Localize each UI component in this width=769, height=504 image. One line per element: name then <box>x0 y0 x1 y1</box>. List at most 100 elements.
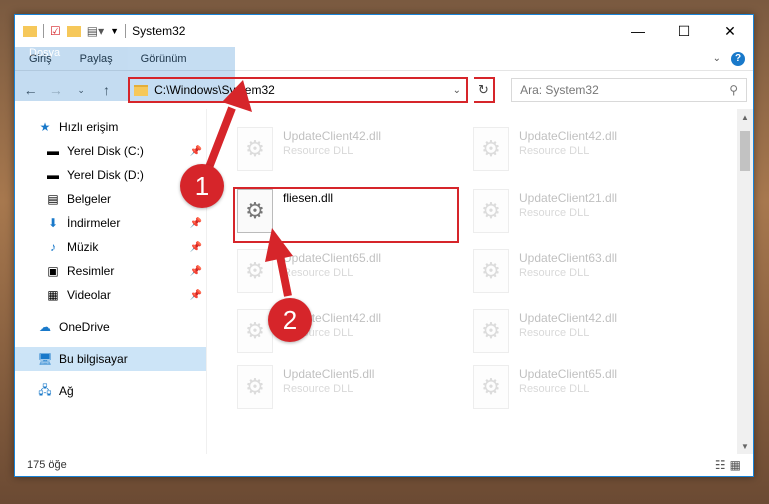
sidebar-item-drive-d[interactable]: ▬ Yerel Disk (D:) <box>15 163 206 187</box>
sidebar-item-label: Yerel Disk (C:) <box>67 144 144 158</box>
dll-file-icon <box>237 365 273 409</box>
file-name: UpdateClient21.dll <box>519 191 618 205</box>
sidebar-item-downloads[interactable]: ⬇ İndirmeler 📌 <box>15 211 206 235</box>
divider <box>125 24 127 38</box>
sidebar-item-pictures[interactable]: ▣ Resimler 📌 <box>15 259 206 283</box>
qat-dropdown-icon[interactable]: ▼ <box>110 26 119 36</box>
file-item[interactable]: UpdateClient42.dll Resource DLL <box>473 127 693 181</box>
file-type: Resource DLL <box>519 267 590 279</box>
window-title: System32 <box>132 24 186 38</box>
pin-icon: 📌 <box>189 145 202 157</box>
scroll-down-icon[interactable]: ▼ <box>737 438 753 454</box>
navigation-pane: ★ Hızlı erişim ▬ Yerel Disk (C:) 📌 ▬ Yer… <box>15 109 207 454</box>
sidebar-item-this-pc[interactable]: 🖥 Bu bilgisayar <box>15 347 206 371</box>
sidebar-item-label: Bu bilgisayar <box>59 352 128 366</box>
file-name: UpdateClient42.dll <box>283 129 382 143</box>
help-icon[interactable]: ? <box>731 51 745 66</box>
sidebar-item-label: Müzik <box>67 240 99 254</box>
minimize-button[interactable]: — <box>615 15 661 47</box>
step-badge-2: 2 <box>268 298 312 342</box>
dll-file-icon <box>237 127 273 171</box>
maximize-button[interactable]: ☐ <box>661 15 707 47</box>
sidebar-item-label: İndirmeler <box>67 216 121 230</box>
sidebar-item-quick-access[interactable]: ★ Hızlı erişim <box>15 115 206 139</box>
sidebar-item-label: OneDrive <box>59 320 110 334</box>
customize-icon[interactable]: ▤▾ <box>87 24 104 38</box>
sidebar-item-label: Ağ <box>59 384 74 398</box>
search-box[interactable]: Ara: System32 ⚲ <box>511 78 747 102</box>
file-item[interactable]: UpdateClient63.dll Resource DLL <box>473 249 693 303</box>
scroll-up-icon[interactable]: ▲ <box>737 109 753 125</box>
sidebar-item-onedrive[interactable]: ☁ OneDrive <box>15 315 206 339</box>
dll-file-icon <box>473 189 509 233</box>
sidebar-item-network[interactable]: 🖧 Ağ <box>15 379 206 403</box>
drive-icon: ▬ <box>47 144 59 158</box>
file-item[interactable]: UpdateClient65.dll Resource DLL <box>237 249 457 303</box>
pin-icon: 📌 <box>189 217 202 229</box>
dll-file-icon <box>473 365 509 409</box>
chevron-down-icon[interactable]: ⌄ <box>448 85 466 96</box>
pin-icon: 📌 <box>189 265 202 277</box>
sidebar-item-drive-c[interactable]: ▬ Yerel Disk (C:) 📌 <box>15 139 206 163</box>
file-type: Resource DLL <box>519 327 590 339</box>
file-highlight-box <box>233 187 459 243</box>
new-folder-icon[interactable] <box>66 25 81 37</box>
dll-file-icon <box>237 249 273 293</box>
status-bar: 175 öğe ☷ ▦ <box>15 454 753 476</box>
vertical-scrollbar[interactable]: ▲ ▼ <box>737 109 753 454</box>
file-item[interactable]: UpdateClient21.dll Resource DLL <box>473 189 693 243</box>
refresh-button[interactable]: ↻ <box>473 77 496 103</box>
expand-ribbon-icon[interactable]: ⌄ <box>713 53 721 64</box>
sidebar-item-label: Yerel Disk (D:) <box>67 168 144 182</box>
address-bar[interactable]: C:\Windows\System32 ⌄ <box>128 77 468 103</box>
videos-icon: ▦ <box>47 288 59 302</box>
folder-icon <box>23 25 37 37</box>
computer-icon: 🖥 <box>37 352 53 366</box>
sidebar-item-label: Hızlı erişim <box>59 120 119 134</box>
title-bar: ☑ ▤▾ ▼ System32 — ☐ ✕ <box>15 15 753 47</box>
file-type: Resource DLL <box>283 145 354 157</box>
properties-icon[interactable]: ☑ <box>50 24 61 38</box>
pictures-icon: ▣ <box>47 264 59 278</box>
file-name: UpdateClient65.dll <box>519 367 618 381</box>
cloud-icon: ☁ <box>39 320 51 334</box>
file-list: UpdateClient42.dll Resource DLL UpdateCli… <box>207 109 753 454</box>
dll-file-icon <box>473 249 509 293</box>
sidebar-item-music[interactable]: ♪ Müzik 📌 <box>15 235 206 259</box>
search-placeholder[interactable]: Ara: System32 <box>520 83 729 97</box>
music-icon: ♪ <box>50 240 56 254</box>
file-item[interactable]: UpdateClient5.dll Resource DLL <box>237 365 457 419</box>
file-name: UpdateClient42.dll <box>519 311 618 325</box>
file-type: Resource DLL <box>283 267 354 279</box>
star-icon: ★ <box>39 120 51 134</box>
documents-icon: ▤ <box>47 192 59 206</box>
sidebar-item-videos[interactable]: ▦ Videolar 📌 <box>15 283 206 307</box>
drive-icon: ▬ <box>47 168 59 182</box>
search-icon[interactable]: ⚲ <box>729 83 738 97</box>
file-type: Resource DLL <box>519 145 590 157</box>
file-item[interactable]: UpdateClient42.dll Resource DLL <box>237 127 457 181</box>
details-view-icon[interactable]: ☷ <box>715 458 726 472</box>
network-icon: 🖧 <box>38 382 52 397</box>
pin-icon: 📌 <box>189 241 202 253</box>
close-button[interactable]: ✕ <box>707 15 753 47</box>
file-name: UpdateClient65.dll <box>283 251 382 265</box>
file-item[interactable]: UpdateClient65.dll Resource DLL <box>473 365 693 419</box>
step-badge-1: 1 <box>180 164 224 208</box>
file-item[interactable]: UpdateClient42.dll Resource DLL <box>473 309 693 363</box>
large-icons-view-icon[interactable]: ▦ <box>730 458 741 472</box>
divider <box>43 24 44 38</box>
item-count: 175 öğe <box>27 459 67 471</box>
address-path[interactable]: C:\Windows\System32 <box>154 83 448 97</box>
sidebar-item-label: Belgeler <box>67 192 112 206</box>
folder-icon <box>134 84 149 96</box>
sidebar-item-documents[interactable]: ▤ Belgeler <box>15 187 206 211</box>
scroll-thumb[interactable] <box>740 131 750 171</box>
sidebar-item-label: Resimler <box>67 264 115 278</box>
dll-file-icon <box>473 127 509 171</box>
explorer-window: ☑ ▤▾ ▼ System32 — ☐ ✕ Dosya Giriş Paylaş… <box>14 14 754 477</box>
download-icon: ⬇ <box>47 216 59 230</box>
dll-file-icon <box>473 309 509 353</box>
sidebar-item-label: Videolar <box>67 288 111 302</box>
pin-icon: 📌 <box>189 289 202 301</box>
